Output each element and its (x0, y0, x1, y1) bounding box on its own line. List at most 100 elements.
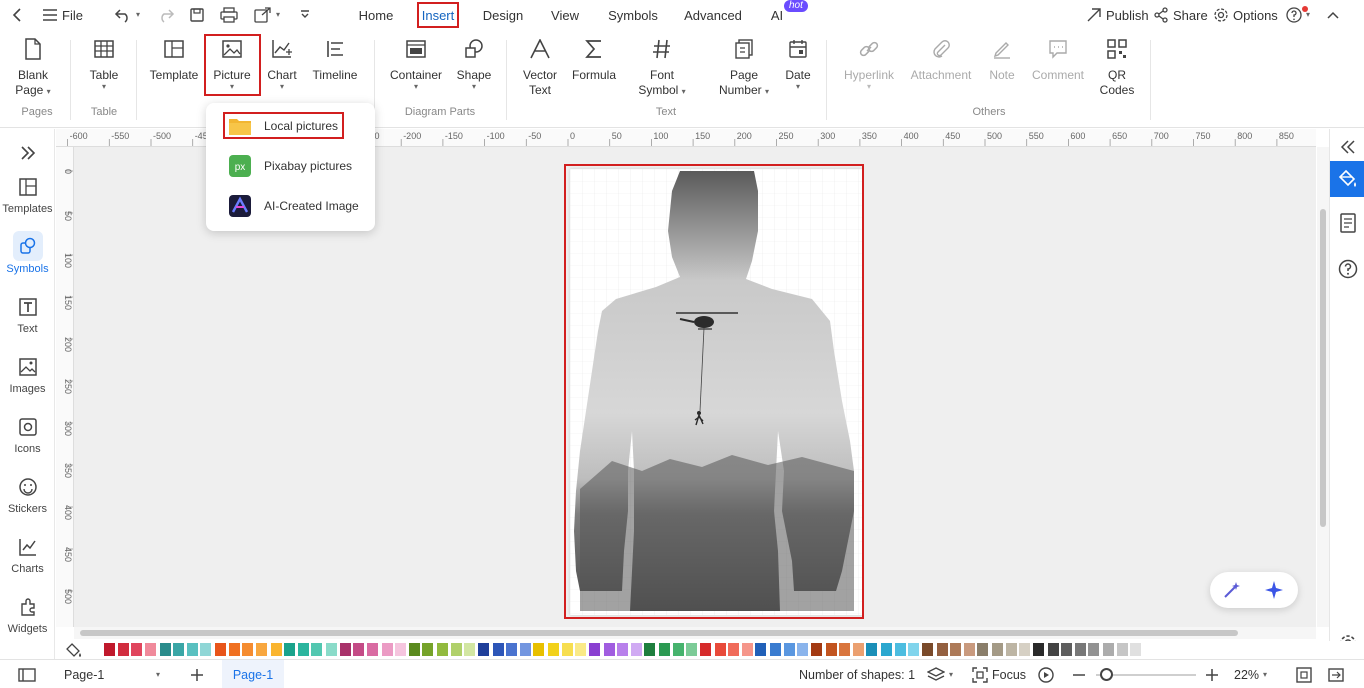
export-button[interactable]: ▾ (254, 0, 280, 30)
color-swatch[interactable] (963, 643, 975, 656)
redo-button[interactable] (157, 0, 175, 30)
blank-page-button[interactable]: Blank Page ▾ (14, 36, 52, 98)
color-swatch[interactable] (297, 643, 309, 656)
ai-assistant-button[interactable] (1264, 580, 1284, 600)
fullscreen-button[interactable] (1328, 660, 1344, 688)
back-button[interactable] (10, 0, 26, 30)
color-swatch[interactable] (353, 643, 364, 656)
timeline-button[interactable]: Timeline (310, 36, 360, 83)
zoom-slider[interactable] (1096, 660, 1196, 688)
layers-button[interactable]: ▾ (927, 660, 953, 688)
color-swatch[interactable] (659, 643, 670, 656)
fit-page-button[interactable] (1296, 660, 1312, 688)
color-swatch[interactable] (159, 643, 171, 656)
inserted-picture[interactable] (572, 171, 858, 611)
color-swatch[interactable] (617, 643, 628, 656)
sidebar-item-widgets[interactable]: Widgets (0, 595, 55, 635)
expand-sidebar-button[interactable] (0, 141, 55, 169)
sidebar-item-templates[interactable]: Templates (0, 175, 55, 215)
fill-tool-button[interactable] (66, 642, 82, 658)
color-swatch[interactable] (672, 643, 684, 656)
picture-button[interactable]: Picture ▾ (208, 36, 256, 91)
color-swatch[interactable] (894, 643, 906, 656)
color-swatch[interactable] (492, 643, 504, 656)
color-swatch[interactable] (215, 643, 226, 656)
share-button[interactable]: Share (1153, 0, 1208, 30)
color-swatch[interactable] (825, 643, 837, 656)
color-swatch[interactable] (242, 643, 253, 656)
toggle-panel-button[interactable] (18, 660, 36, 688)
add-page-button[interactable] (190, 660, 204, 688)
color-swatch[interactable] (686, 643, 697, 656)
help-button[interactable]: ▾ (1286, 0, 1310, 30)
color-swatch[interactable] (755, 643, 766, 656)
color-swatch[interactable] (992, 643, 1003, 656)
color-swatch[interactable] (437, 643, 448, 656)
color-swatch[interactable] (186, 643, 198, 656)
menu-item-pixabay-pictures[interactable]: px Pixabay pictures (206, 148, 375, 184)
chart-button[interactable]: Chart ▾ (265, 36, 299, 91)
color-swatch[interactable] (810, 643, 822, 656)
color-swatch[interactable] (533, 643, 544, 656)
sidebar-item-images[interactable]: Images (0, 355, 55, 395)
color-swatch[interactable] (506, 643, 517, 656)
note-button[interactable]: Note (986, 36, 1018, 83)
shape-button[interactable]: Shape ▾ (454, 36, 494, 91)
color-swatch[interactable] (131, 643, 142, 656)
color-swatch[interactable] (450, 643, 462, 656)
color-swatch[interactable] (284, 643, 295, 656)
color-swatch[interactable] (381, 643, 393, 656)
tab-insert[interactable]: Insert (417, 0, 459, 30)
sidebar-item-text[interactable]: Text (0, 295, 55, 335)
color-swatch[interactable] (977, 643, 988, 656)
table-button[interactable]: Table ▾ (86, 36, 122, 91)
color-swatch[interactable] (228, 643, 240, 656)
color-swatch[interactable] (714, 643, 726, 656)
color-swatch[interactable] (270, 643, 282, 656)
sidebar-item-icons[interactable]: Icons (0, 415, 55, 455)
zoom-in-button[interactable] (1205, 660, 1219, 688)
color-swatch[interactable] (200, 643, 211, 656)
color-swatch[interactable] (575, 643, 586, 656)
color-swatch[interactable] (1116, 643, 1128, 656)
sidebar-item-stickers[interactable]: Stickers (0, 475, 55, 515)
color-swatch[interactable] (173, 643, 184, 656)
attachment-button[interactable]: Attachment (906, 36, 976, 83)
page-tab-active[interactable]: Page-1 (222, 660, 284, 688)
color-swatch[interactable] (728, 643, 739, 656)
color-swatch[interactable] (603, 643, 615, 656)
color-swatch[interactable] (561, 643, 573, 656)
color-swatch[interactable] (1088, 643, 1099, 656)
tab-home[interactable]: Home (352, 0, 400, 30)
print-button[interactable] (220, 0, 238, 30)
ai-magic-wand-button[interactable] (1222, 580, 1242, 600)
vertical-scrollbar[interactable] (1317, 147, 1329, 627)
color-swatch[interactable] (366, 643, 378, 656)
color-swatch[interactable] (395, 643, 406, 656)
color-swatch[interactable] (1032, 643, 1044, 656)
color-swatch[interactable] (1130, 643, 1141, 656)
color-swatch[interactable] (839, 643, 850, 656)
help-panel-button[interactable] (1330, 251, 1364, 287)
color-swatch[interactable] (477, 643, 489, 656)
zoom-out-button[interactable] (1072, 660, 1086, 688)
qr-codes-button[interactable]: QR Codes (1098, 36, 1136, 98)
style-panel-button[interactable] (1330, 161, 1364, 197)
vertical-scroll-thumb[interactable] (1320, 209, 1326, 527)
template-button[interactable]: Template (148, 36, 200, 83)
color-swatch[interactable] (1047, 643, 1059, 656)
color-swatch[interactable] (936, 643, 948, 656)
font-symbol-button[interactable]: Font Symbol ▾ (638, 36, 686, 98)
color-swatch[interactable] (908, 643, 919, 656)
color-swatch[interactable] (921, 643, 933, 656)
collapse-ribbon-button[interactable] (1326, 0, 1340, 30)
options-button[interactable]: Options (1213, 0, 1278, 30)
date-button[interactable]: Date ▾ (784, 36, 812, 91)
publish-button[interactable]: Publish (1086, 0, 1149, 30)
color-swatch[interactable] (311, 643, 322, 656)
sidebar-item-charts[interactable]: Charts (0, 535, 55, 575)
color-swatch[interactable] (1074, 643, 1086, 656)
container-button[interactable]: Container ▾ (388, 36, 444, 91)
file-menu-button[interactable]: File (42, 0, 83, 30)
color-swatch[interactable] (866, 643, 877, 656)
